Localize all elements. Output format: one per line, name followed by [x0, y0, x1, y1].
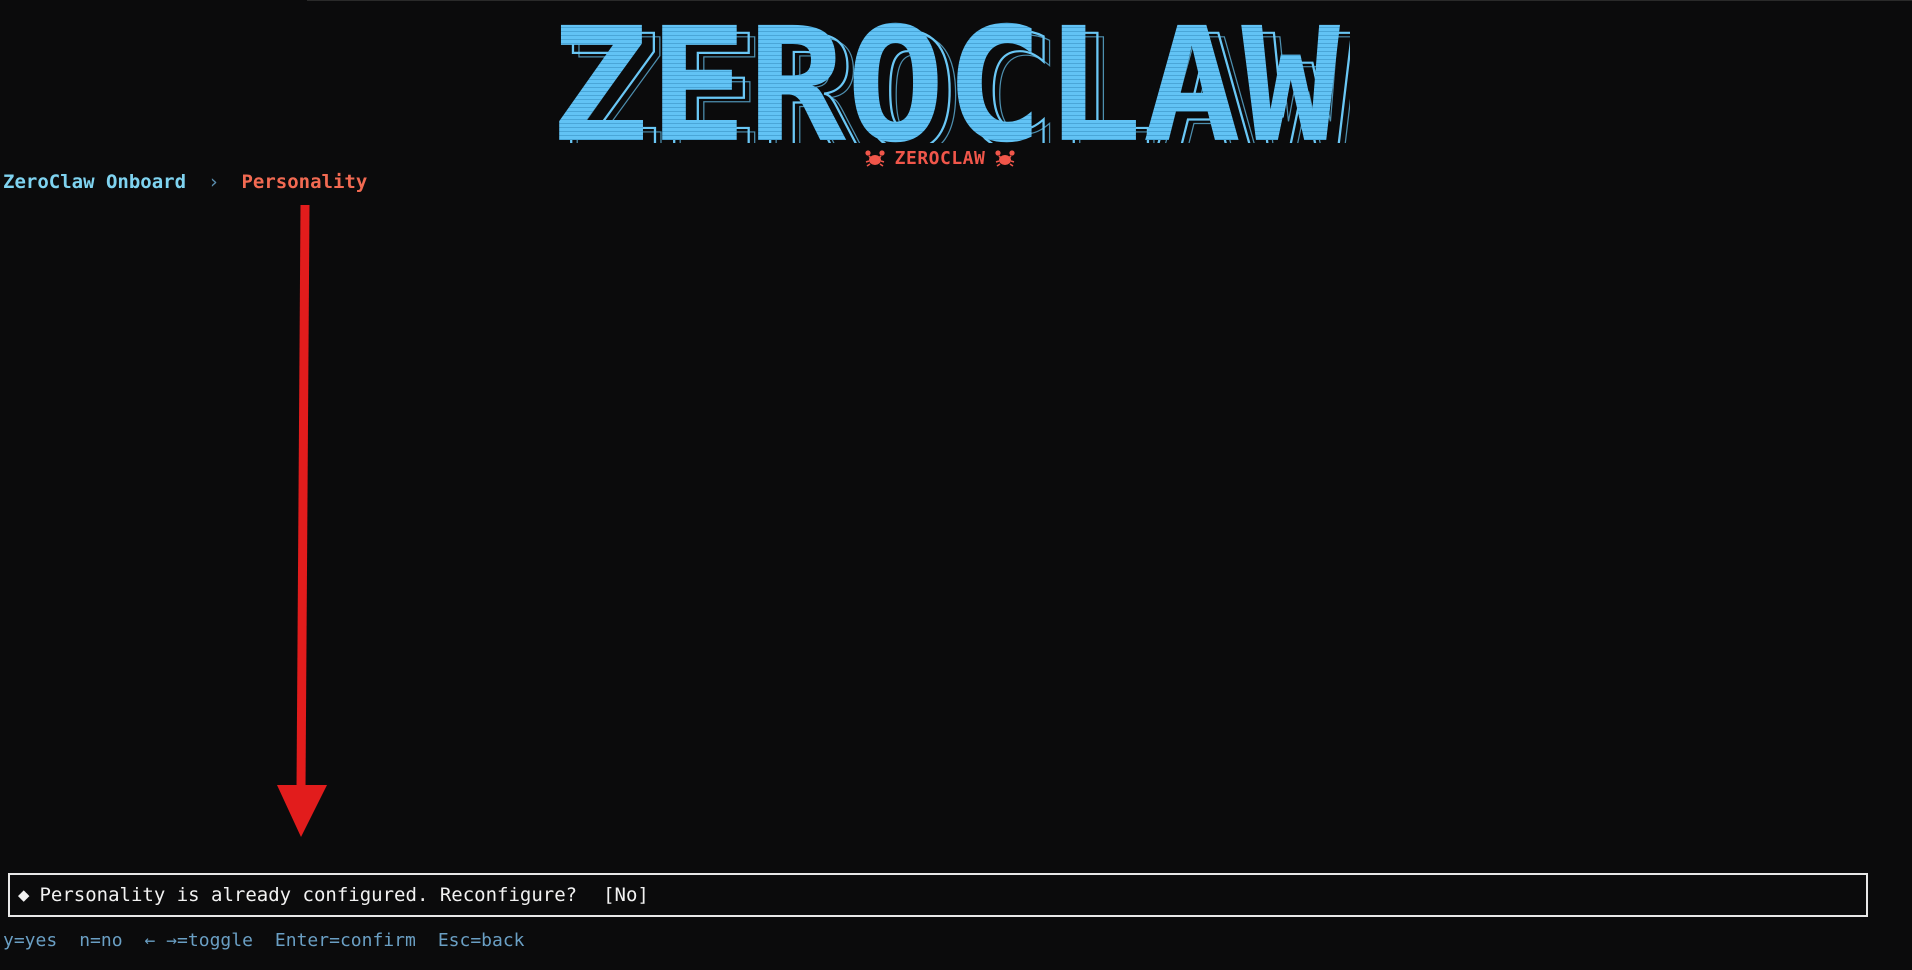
- breadcrumb: ZeroClaw Onboard › Personality: [3, 171, 367, 193]
- hint-back: Esc=back: [437, 930, 525, 951]
- banner-subtitle-text: ZEROCLAW: [894, 148, 986, 169]
- banner-subtitle: ZEROCLAW: [0, 148, 1880, 169]
- zeroclaw-banner: ZEROCLAW ZEROCLAW ZEROCLAW: [540, 8, 1350, 143]
- hint-confirm: Enter=confirm: [274, 930, 416, 951]
- prompt-answer-toggle[interactable]: [No]: [603, 884, 649, 906]
- breadcrumb-current: Personality: [241, 171, 368, 193]
- breadcrumb-separator: ›: [208, 171, 220, 193]
- breadcrumb-root: ZeroClaw Onboard: [3, 171, 187, 193]
- hint-no: n=no: [79, 930, 123, 951]
- key-hints: y=yes n=no ← →=toggle Enter=confirm Esc=back: [3, 930, 547, 951]
- confirm-prompt[interactable]: ◆ Personality is already configured. Reco…: [8, 873, 1868, 917]
- banner-title: ZEROCLAW: [550, 8, 1341, 143]
- crab-icon: [995, 149, 1015, 167]
- banner-logo-art: ZEROCLAW ZEROCLAW ZEROCLAW: [550, 8, 1350, 143]
- prompt-question: Personality is already configured. Recon…: [39, 884, 578, 906]
- window-top-edge: [307, 0, 1912, 1]
- crab-icon: [865, 149, 885, 167]
- down-arrow-icon: [270, 200, 330, 840]
- hint-toggle: ← →=toggle: [144, 930, 253, 951]
- prompt-bullet-icon: ◆: [18, 884, 30, 906]
- hint-yes: y=yes: [3, 930, 58, 951]
